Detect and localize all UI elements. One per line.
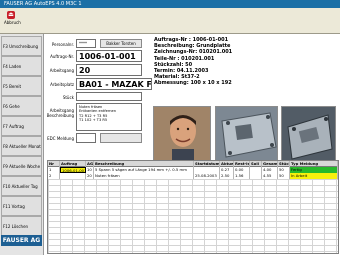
person-portrait-icon <box>154 107 210 162</box>
toolbar: ⏏ Abbruch <box>0 8 340 34</box>
info-line: Abmessung: 100 x 10 x 192 <box>154 80 232 87</box>
personal-input[interactable]: **** <box>76 39 96 48</box>
company-logo: FAUSER AG <box>1 235 42 246</box>
stueck-input[interactable] <box>76 92 142 101</box>
f9-button[interactable]: F9 Aktuelle Woche <box>1 156 42 176</box>
part-photo <box>215 106 278 163</box>
function-key-sidebar: F3 Umschreibung F4 Laden F5 Bereit F6 Ge… <box>0 34 44 255</box>
f11-button[interactable]: F11 Vortag <box>1 196 42 216</box>
f12-button[interactable]: F12 Löschen <box>1 216 42 236</box>
drawing-photo <box>281 106 336 163</box>
personal-label: Personalnr. <box>51 42 74 47</box>
auftrag-input[interactable]: 1006-01-001 <box>76 50 142 62</box>
arbeitsgang-label: Arbeitsgang <box>49 68 74 73</box>
edc-button[interactable] <box>100 133 142 143</box>
f8-button[interactable]: F8 Aktueller Monat <box>1 136 42 156</box>
beschr-line: T1 102 + T3 R5 <box>79 117 108 122</box>
f6-button[interactable]: F6 Gehe <box>1 96 42 116</box>
workpiece-icon <box>282 107 335 162</box>
arbeitsplatz-input[interactable]: BA01 - MAZAK FH 6800 <box>76 78 152 90</box>
empty-grid-area <box>48 179 338 253</box>
auftrag-label: Auftrags-Nr. <box>50 54 74 59</box>
f7-button[interactable]: F7 Auftrag <box>1 116 42 136</box>
arbeitsgang-beschreibung-text: Nuten fräsen Entkanten entfernen T2 R12 … <box>76 103 142 131</box>
f4-button[interactable]: F4 Laden <box>1 56 42 76</box>
operator-photo <box>153 106 211 163</box>
arbeitsplatz-label: Arbeitsplatz <box>50 82 74 87</box>
order-info-panel: Auftrags-Nr : 1006-01-001 Beschreibung: … <box>154 37 334 107</box>
operator-name-field: Bakker Torsten <box>100 39 142 48</box>
stueck-label: Stück <box>62 95 74 100</box>
edc-input[interactable] <box>76 133 96 143</box>
exit-door-icon: ⏏ <box>7 11 15 19</box>
window-title-bar: FAUSER AG AutoEPS 4.0 M3C 1 <box>0 0 340 8</box>
exit-label: Abbruch <box>4 20 21 25</box>
exit-button[interactable]: ⏏ Abbruch <box>4 10 21 30</box>
booking-form: Personalnr. **** Bakker Torsten Auftrags… <box>46 35 152 162</box>
f10-button[interactable]: F10 Aktueller Tag <box>1 176 42 196</box>
operations-table: Nr Auftrag AG Beschreibung Startdatum Ak… <box>47 160 339 254</box>
edc-label: EDC Meldung <box>47 136 74 141</box>
f5-button[interactable]: F5 Bereit <box>1 76 42 96</box>
f3-button[interactable]: F3 Umschreibung <box>1 36 42 56</box>
arbeitsgang-input[interactable]: 20 <box>76 64 142 76</box>
mold-plate-icon <box>216 107 277 162</box>
arbeitsgang-beschreibung-label: Arbeitsgang Beschreibung <box>46 108 74 118</box>
